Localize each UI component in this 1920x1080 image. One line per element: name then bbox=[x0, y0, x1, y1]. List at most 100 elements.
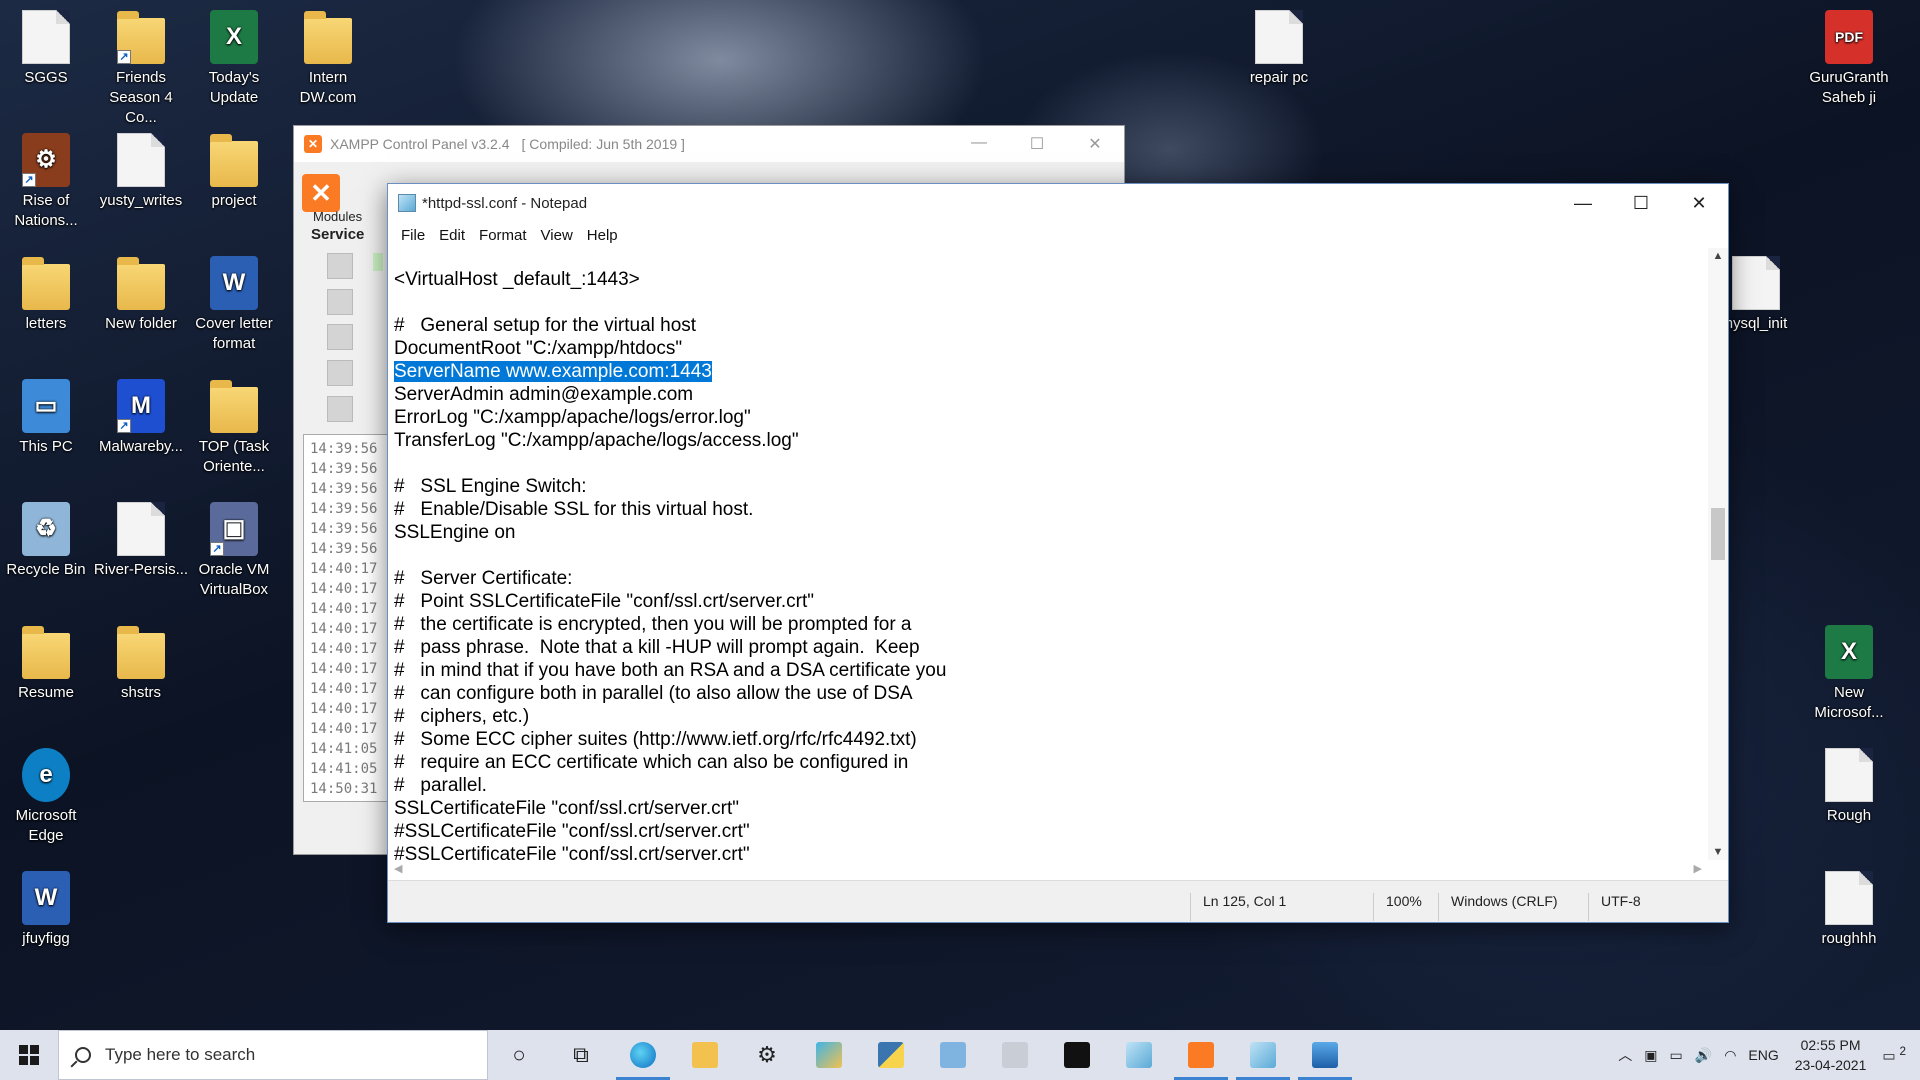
bin-icon: ♻ bbox=[22, 502, 70, 556]
desktop-icon[interactable]: Resume bbox=[0, 625, 94, 703]
xampp-title: XAMPP Control Panel v3.2.4 bbox=[330, 136, 510, 152]
desktop-icon[interactable]: SGGS bbox=[0, 10, 94, 88]
word-icon: W bbox=[210, 256, 258, 310]
menu-view[interactable]: View bbox=[534, 227, 580, 244]
clock[interactable]: 02:55 PM 23-04-2021 bbox=[1785, 1035, 1877, 1075]
battery-icon[interactable]: ▭ bbox=[1664, 1047, 1689, 1064]
text-line: # pass phrase. Note that a kill -HUP wil… bbox=[394, 636, 1710, 659]
service-label: Service bbox=[311, 226, 365, 243]
wifi-icon[interactable]: ◠ bbox=[1718, 1047, 1742, 1064]
desktop-icon[interactable]: M ↗ Malwareby... bbox=[93, 379, 189, 457]
start-button[interactable] bbox=[0, 1030, 58, 1080]
notepad-window[interactable]: *httpd-ssl.conf - Notepad — ☐ ✕ File Edi… bbox=[387, 183, 1729, 923]
service-checkbox[interactable] bbox=[327, 289, 353, 315]
text-line: # SSL Engine Switch: bbox=[394, 475, 1710, 498]
photos-icon[interactable] bbox=[1294, 1030, 1356, 1080]
search-box[interactable]: Type here to search bbox=[58, 1030, 488, 1080]
xampp-taskbar-icon[interactable] bbox=[1170, 1030, 1232, 1080]
text-line: # can configure both in parallel (to als… bbox=[394, 682, 1710, 705]
desktop-icon[interactable]: repair pc bbox=[1231, 10, 1327, 88]
file-explorer-icon[interactable] bbox=[674, 1030, 736, 1080]
service-checkbox[interactable] bbox=[327, 324, 353, 350]
text-line: SSLCertificateFile "conf/ssl.crt/server.… bbox=[394, 797, 1710, 820]
scrollbar-thumb[interactable] bbox=[1711, 508, 1725, 560]
shortcut-arrow-icon: ↗ bbox=[210, 542, 224, 556]
maximize-icon[interactable]: ☐ bbox=[1612, 184, 1670, 222]
line-text: TransferLog "C:/xampp/apache/logs/access… bbox=[394, 430, 799, 451]
minimize-icon[interactable]: — bbox=[950, 134, 1008, 154]
log-timestamp: 14:40:17 bbox=[310, 641, 378, 657]
desktop-icon-label: SGGS bbox=[24, 69, 68, 86]
log-timestamp: 14:40:17 bbox=[310, 661, 378, 677]
vertical-scrollbar[interactable]: ▲ ▼ bbox=[1708, 248, 1728, 860]
desktop-icon[interactable]: letters bbox=[0, 256, 94, 334]
device-icon[interactable]: ▣ bbox=[1638, 1047, 1663, 1064]
log-timestamp: 14:40:17 bbox=[310, 701, 378, 717]
notification-icon[interactable]: ▭ 2 bbox=[1876, 1045, 1920, 1065]
image-viewer-icon[interactable] bbox=[984, 1030, 1046, 1080]
app-icon[interactable] bbox=[798, 1030, 860, 1080]
desktop-icon[interactable]: New folder bbox=[93, 256, 189, 334]
cortana-icon[interactable]: ○ bbox=[488, 1030, 550, 1080]
desktop-icon[interactable]: roughhh bbox=[1801, 871, 1897, 949]
menu-edit[interactable]: Edit bbox=[432, 227, 472, 244]
menu-format[interactable]: Format bbox=[472, 227, 534, 244]
edge-taskbar-icon[interactable] bbox=[612, 1030, 674, 1080]
scroll-left-icon[interactable]: ◀ bbox=[394, 862, 402, 875]
desktop-icon[interactable]: yusty_writes bbox=[93, 133, 189, 211]
log-timestamp: 14:40:17 bbox=[310, 721, 378, 737]
terminal-icon[interactable] bbox=[1046, 1030, 1108, 1080]
menu-help[interactable]: Help bbox=[580, 227, 625, 244]
line-text: DocumentRoot "C:/xampp/htdocs" bbox=[394, 338, 683, 359]
language-indicator[interactable]: ENG bbox=[1742, 1047, 1784, 1063]
line-text: ServerAdmin admin@example.com bbox=[394, 384, 694, 405]
desktop-icon[interactable]: ♻ Recycle Bin bbox=[0, 502, 94, 580]
xampp-titlebar[interactable]: ✕ XAMPP Control Panel v3.2.4 [ Compiled:… bbox=[294, 126, 1124, 162]
close-icon[interactable]: ✕ bbox=[1066, 134, 1124, 154]
service-checkbox[interactable] bbox=[327, 360, 353, 386]
service-checkbox[interactable] bbox=[327, 396, 353, 422]
xampp-log-panel[interactable]: 14:39:56 14:39:56 14:39:56 14:39:56 14:39:56… bbox=[303, 434, 393, 802]
desktop-icon[interactable]: Intern DW.com bbox=[280, 10, 376, 108]
desktop-icon-label: project bbox=[211, 192, 257, 209]
desktop-icon[interactable]: ▭ This PC bbox=[0, 379, 94, 457]
zoom-level: 100% bbox=[1373, 893, 1422, 921]
notepad-active-icon[interactable] bbox=[1232, 1030, 1294, 1080]
notepad-titlebar[interactable]: *httpd-ssl.conf - Notepad — ☐ ✕ bbox=[388, 184, 1728, 222]
text-editor[interactable]: <VirtualHost _default_:1443> # General se… bbox=[388, 248, 1710, 860]
desktop-icon[interactable]: project bbox=[186, 133, 282, 211]
volume-icon[interactable]: 🔊 bbox=[1689, 1047, 1718, 1064]
close-icon[interactable]: ✕ bbox=[1670, 184, 1728, 222]
chevron-up-icon[interactable]: ︿ bbox=[1612, 1045, 1638, 1065]
menu-file[interactable]: File bbox=[394, 227, 432, 244]
settings-icon[interactable]: ⚙ bbox=[736, 1030, 798, 1080]
file-icon bbox=[117, 133, 165, 187]
python-icon[interactable] bbox=[860, 1030, 922, 1080]
desktop-icon[interactable]: TOP (Task Oriente... bbox=[186, 379, 282, 477]
shortcut-arrow-icon: ↗ bbox=[117, 419, 131, 433]
horizontal-scrollbar[interactable]: ◀ ▶ bbox=[388, 860, 1710, 880]
scroll-down-icon[interactable]: ▼ bbox=[1708, 846, 1728, 858]
desktop-icon[interactable]: W Cover letter format bbox=[186, 256, 282, 354]
desktop-icon[interactable]: ↗ Friends Season 4 Co... bbox=[93, 10, 189, 128]
desktop-icon[interactable]: shstrs bbox=[93, 625, 189, 703]
desktop-icon[interactable]: X New Microsof... bbox=[1801, 625, 1897, 723]
maximize-icon[interactable]: ☐ bbox=[1008, 134, 1066, 154]
desktop-icon[interactable]: ⚙ ↗ Rise of Nations... bbox=[0, 133, 94, 231]
minimize-icon[interactable]: — bbox=[1554, 184, 1612, 222]
desktop-icon[interactable]: River-Persis... bbox=[93, 502, 189, 580]
desktop-icon[interactable]: ▣ ↗ Oracle VM VirtualBox bbox=[186, 502, 282, 600]
service-checkbox[interactable] bbox=[327, 253, 353, 279]
desktop-icon[interactable]: PDF GuruGranth Saheb ji bbox=[1801, 10, 1897, 108]
desktop-icon[interactable]: Rough bbox=[1801, 748, 1897, 826]
task-view-icon[interactable]: ⧉ bbox=[550, 1030, 612, 1080]
desktop-icon-label: jfuyfigg bbox=[22, 930, 70, 947]
scroll-up-icon[interactable]: ▲ bbox=[1708, 250, 1728, 262]
control-panel-icon[interactable] bbox=[922, 1030, 984, 1080]
notepad-taskbar-icon[interactable] bbox=[1108, 1030, 1170, 1080]
desktop-icon[interactable]: X Today's Update bbox=[186, 10, 282, 108]
desktop-icon[interactable]: Wjfuyfigg bbox=[0, 871, 94, 949]
line-text: # parallel. bbox=[394, 775, 487, 796]
scroll-right-icon[interactable]: ▶ bbox=[1694, 862, 1702, 875]
desktop-icon[interactable]: e Microsoft Edge bbox=[0, 748, 94, 846]
